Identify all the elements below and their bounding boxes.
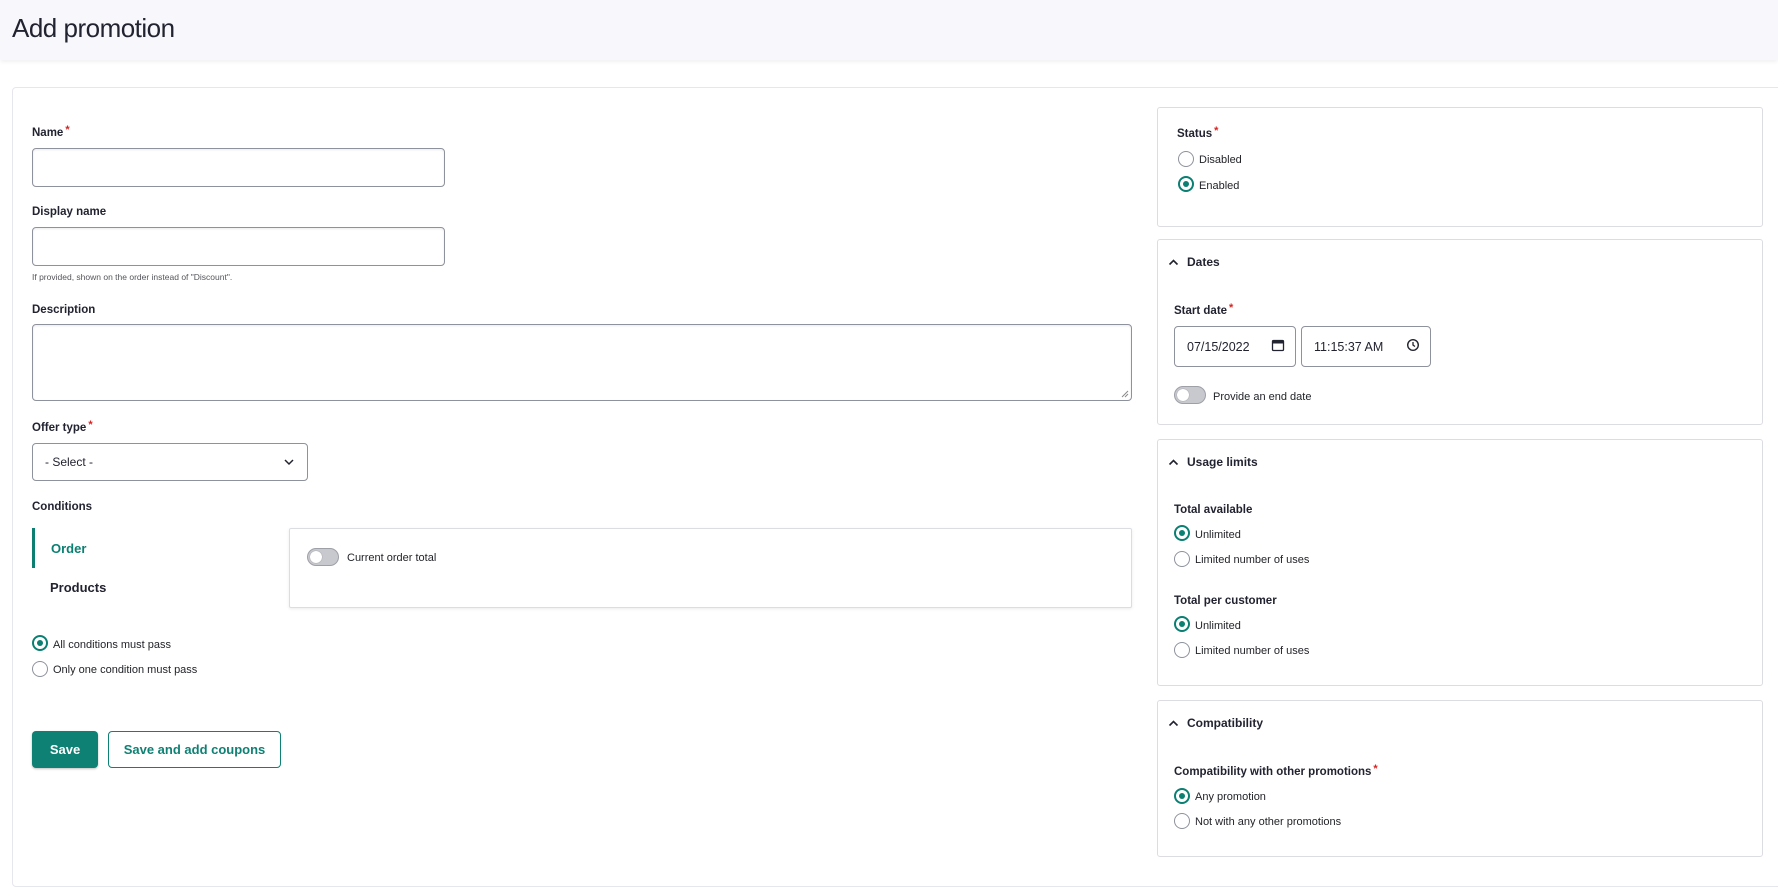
one-condition-label: Only one condition must pass bbox=[53, 664, 198, 676]
total-available-label: Total available bbox=[1174, 504, 1253, 516]
total-available-limited-radio[interactable] bbox=[1174, 551, 1190, 567]
current-order-total-label: Current order total bbox=[347, 552, 437, 564]
name-label: Name * bbox=[32, 124, 70, 139]
offer-type-select[interactable]: - Select - bbox=[32, 443, 308, 481]
total-available-unlimited-label: Unlimited bbox=[1195, 529, 1241, 541]
clock-icon[interactable] bbox=[1406, 338, 1420, 352]
save-button[interactable]: Save bbox=[32, 731, 98, 768]
display-name-label: Display name bbox=[32, 206, 107, 218]
per-customer-limited-label: Limited number of uses bbox=[1195, 645, 1310, 657]
conditions-label: Conditions bbox=[32, 501, 93, 513]
usage-limits-toggle[interactable]: Usage limits bbox=[1168, 455, 1258, 469]
tab-order[interactable]: Order bbox=[32, 528, 290, 568]
one-condition-radio[interactable] bbox=[32, 661, 48, 677]
page-header: Add promotion bbox=[0, 0, 1778, 60]
all-conditions-radio[interactable] bbox=[32, 635, 48, 651]
total-per-customer-label: Total per customer bbox=[1174, 595, 1277, 607]
status-enabled-radio[interactable] bbox=[1178, 176, 1194, 192]
end-date-toggle[interactable] bbox=[1174, 386, 1206, 404]
compatibility-label: Compatibility with other promotions * bbox=[1174, 763, 1378, 778]
compatibility-toggle[interactable]: Compatibility bbox=[1168, 716, 1263, 730]
save-and-add-coupons-button[interactable]: Save and add coupons bbox=[108, 731, 281, 768]
chevron-up-icon bbox=[1168, 458, 1179, 465]
status-label: Status * bbox=[1177, 125, 1219, 140]
display-name-help: If provided, shown on the order instead … bbox=[32, 272, 233, 282]
status-disabled-label: Disabled bbox=[1199, 154, 1242, 166]
name-input[interactable] bbox=[32, 148, 445, 187]
chevron-down-icon bbox=[284, 459, 294, 466]
per-customer-limited-radio[interactable] bbox=[1174, 642, 1190, 658]
start-date-label: Start date * bbox=[1174, 302, 1234, 317]
compat-any-promotion-radio[interactable] bbox=[1174, 788, 1190, 804]
start-time-input[interactable]: 11:15:37 AM bbox=[1301, 326, 1431, 367]
offer-type-label: Offer type * bbox=[32, 419, 93, 434]
chevron-up-icon bbox=[1168, 258, 1179, 265]
start-time-value: 11:15:37 AM bbox=[1314, 339, 1384, 354]
description-label: Description bbox=[32, 304, 96, 316]
start-date-value: 07/15/2022 bbox=[1187, 339, 1250, 354]
compat-none-label: Not with any other promotions bbox=[1195, 816, 1342, 828]
all-conditions-label: All conditions must pass bbox=[53, 639, 171, 651]
dates-title: Dates bbox=[1187, 255, 1220, 269]
description-textarea[interactable] bbox=[32, 324, 1132, 401]
conditions-panel bbox=[289, 528, 1132, 608]
per-customer-unlimited-label: Unlimited bbox=[1195, 620, 1241, 632]
end-date-toggle-label: Provide an end date bbox=[1213, 391, 1312, 403]
total-available-limited-label: Limited number of uses bbox=[1195, 554, 1310, 566]
dates-toggle[interactable]: Dates bbox=[1168, 255, 1220, 269]
usage-limits-title: Usage limits bbox=[1187, 455, 1258, 469]
status-enabled-label: Enabled bbox=[1199, 180, 1240, 192]
status-card bbox=[1157, 107, 1763, 227]
chevron-up-icon bbox=[1168, 719, 1179, 726]
compat-any-promotion-label: Any promotion bbox=[1195, 791, 1266, 803]
calendar-icon[interactable] bbox=[1271, 338, 1285, 352]
current-order-total-toggle[interactable] bbox=[307, 548, 339, 566]
compatibility-title: Compatibility bbox=[1187, 716, 1264, 730]
tab-products[interactable]: Products bbox=[32, 568, 290, 606]
total-available-unlimited-radio[interactable] bbox=[1174, 525, 1190, 541]
status-disabled-radio[interactable] bbox=[1178, 151, 1194, 167]
compat-none-radio[interactable] bbox=[1174, 813, 1190, 829]
page-title: Add promotion bbox=[12, 13, 175, 43]
offer-type-selected: - Select - bbox=[45, 455, 94, 469]
start-date-input[interactable]: 07/15/2022 bbox=[1174, 326, 1296, 367]
display-name-input[interactable] bbox=[32, 227, 445, 266]
per-customer-unlimited-radio[interactable] bbox=[1174, 616, 1190, 632]
resize-handle-icon[interactable] bbox=[1121, 390, 1129, 398]
